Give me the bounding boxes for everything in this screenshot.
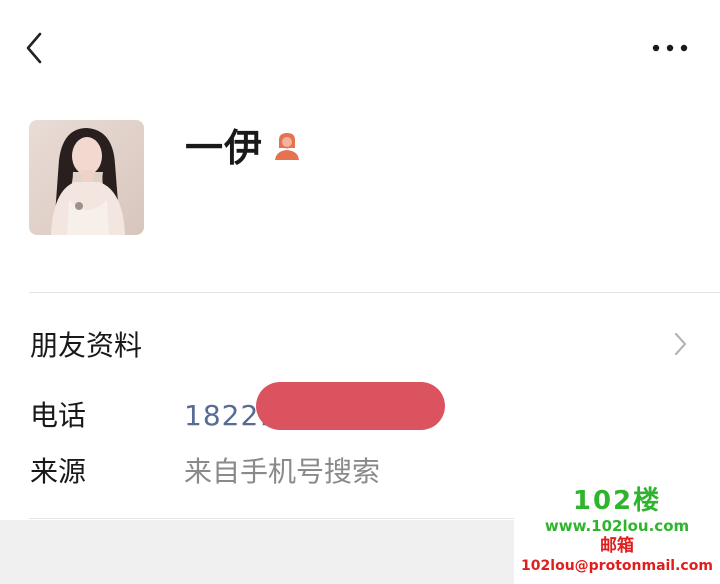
phone-label: 电话 — [30, 399, 87, 432]
redaction-mark — [256, 382, 445, 430]
female-user-icon — [271, 130, 303, 162]
avatar-image — [29, 120, 144, 235]
more-button[interactable] — [644, 30, 696, 66]
watermark: 102楼 www.102lou.com 邮箱 102lou@protonmail… — [514, 486, 720, 584]
more-dots-icon — [652, 44, 688, 52]
chevron-left-icon — [26, 32, 42, 64]
watermark-mail-label: 邮箱 — [600, 536, 634, 556]
chevron-right-icon — [668, 328, 692, 360]
contact-name: 一伊 — [185, 126, 264, 170]
watermark-logo: 102楼 — [572, 486, 662, 516]
watermark-site: www.102lou.com — [544, 517, 690, 535]
watermark-mail-address: 102lou@protonmail.com — [521, 558, 713, 574]
source-label: 来源 — [30, 455, 87, 488]
friend-info-label: 朋友资料 — [30, 329, 143, 362]
source-value: 来自手机号搜索 — [184, 455, 381, 488]
back-button[interactable] — [18, 26, 54, 70]
divider — [29, 292, 720, 293]
avatar[interactable] — [29, 120, 144, 235]
